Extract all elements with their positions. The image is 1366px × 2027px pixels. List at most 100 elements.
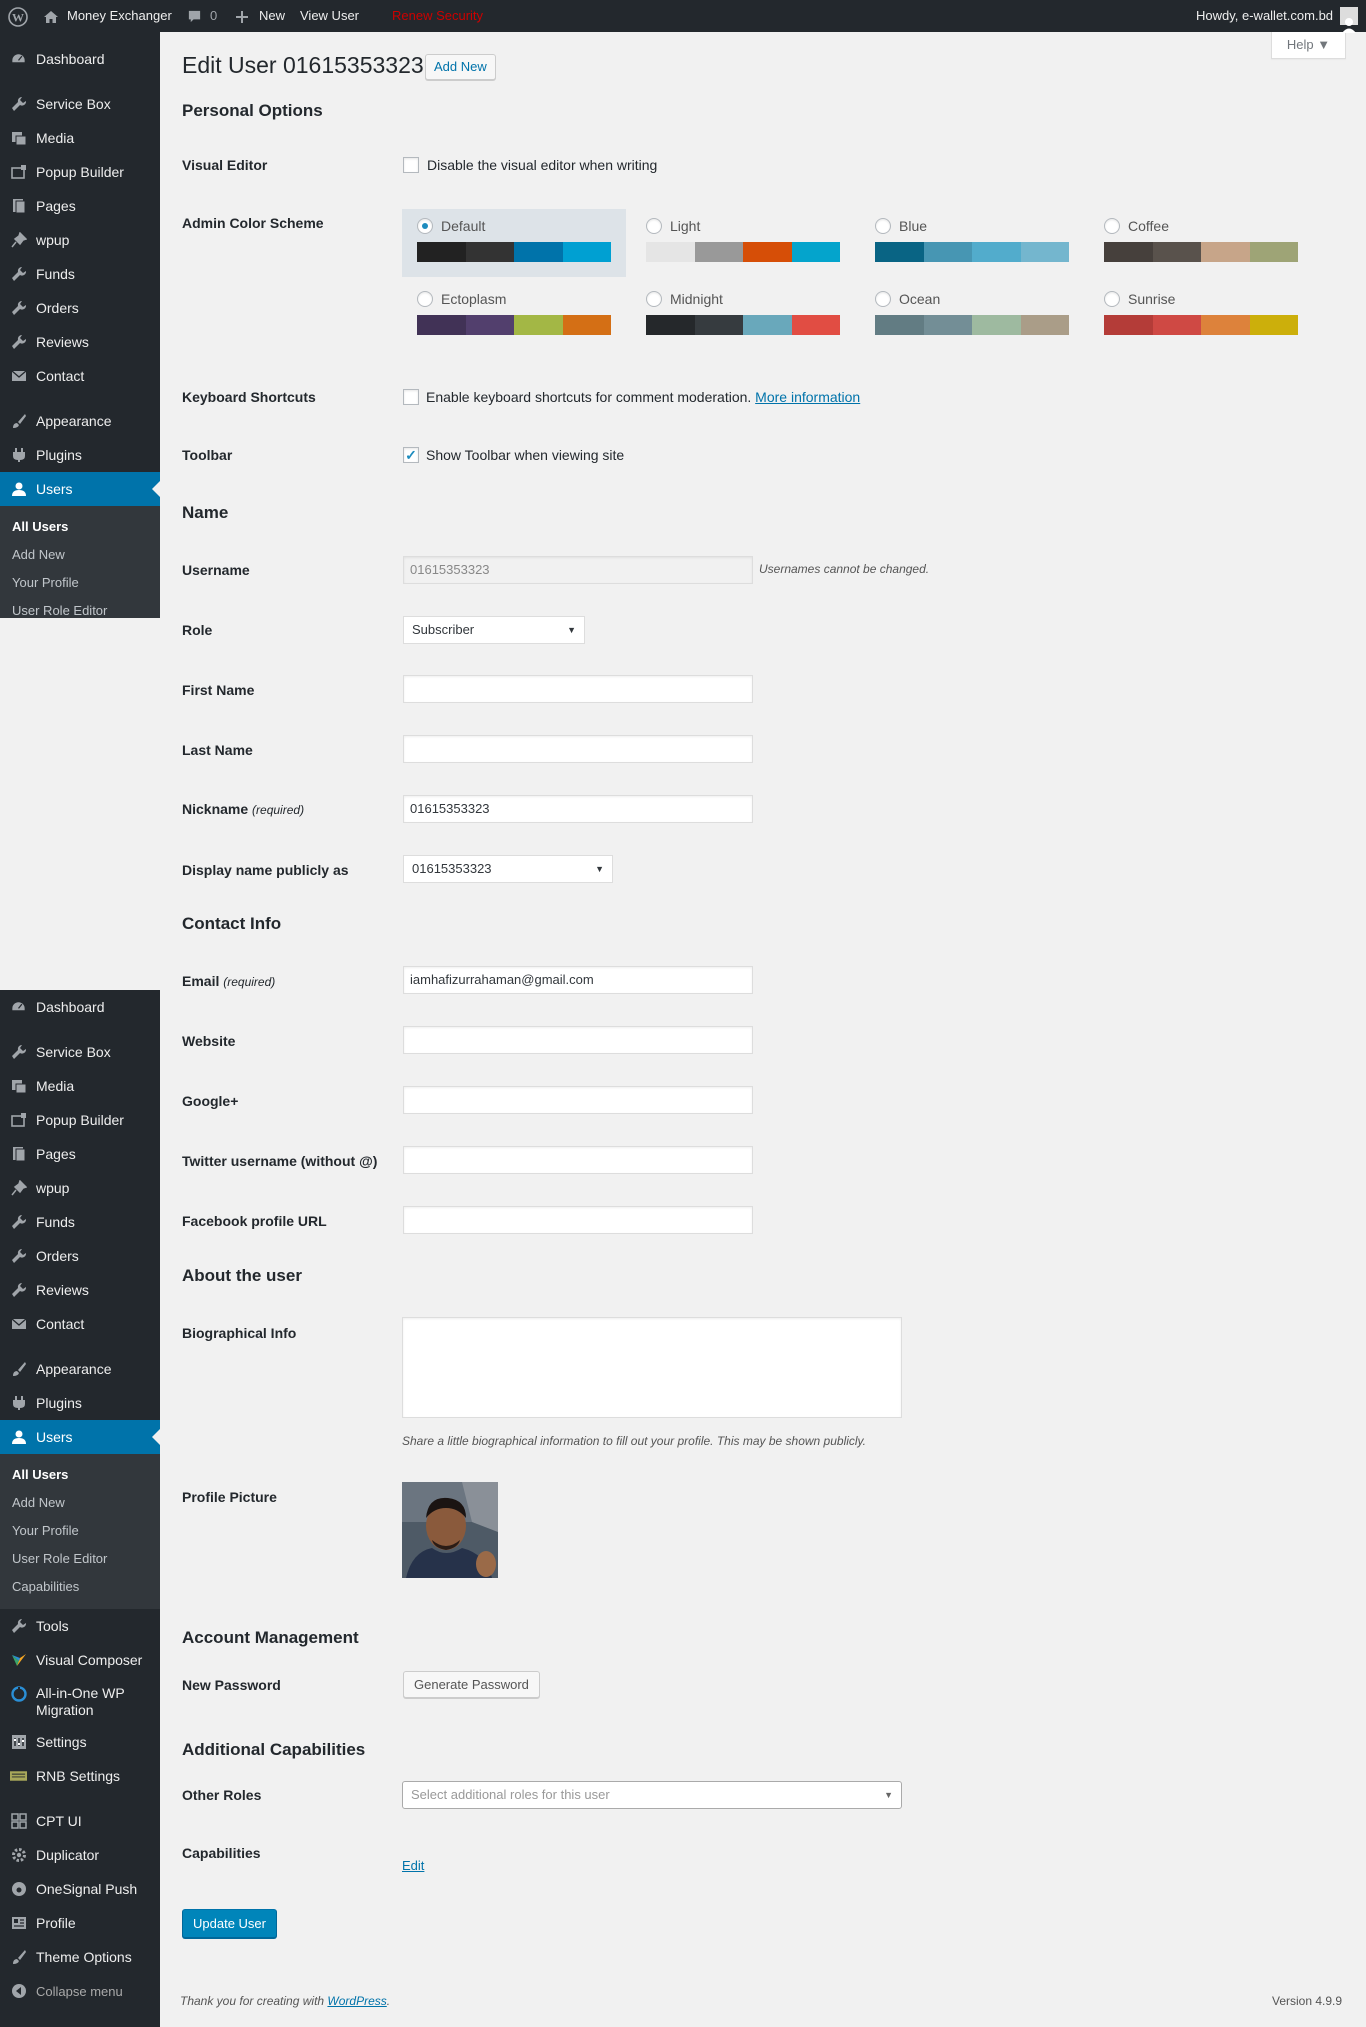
menu-users[interactable]: Users [0, 472, 160, 506]
role-select[interactable]: Subscriber ▼ [403, 616, 585, 644]
capabilities-edit-link[interactable]: Edit [402, 1858, 424, 1873]
color-swatch [1249, 315, 1298, 335]
menu-contact[interactable]: Contact [0, 1307, 160, 1341]
twitter-input[interactable] [403, 1146, 753, 1174]
first-name-input[interactable] [403, 675, 753, 703]
color-scheme-default[interactable]: Default [402, 209, 626, 277]
color-swatches [875, 242, 1069, 262]
update-user-button[interactable]: Update User [182, 1909, 277, 1938]
new-content-link[interactable]: New [259, 0, 285, 32]
menu-funds[interactable]: Funds [0, 1205, 160, 1239]
menu-pages[interactable]: Pages [0, 1137, 160, 1171]
visual-editor-checkbox[interactable] [403, 157, 419, 173]
menu-pages[interactable]: Pages [0, 189, 160, 223]
submenu-add-new[interactable]: Add New [0, 541, 160, 569]
menu-media[interactable]: Media [0, 1069, 160, 1103]
other-roles-select[interactable]: Select additional roles for this user ▼ [402, 1781, 902, 1809]
menu-duplicator[interactable]: Duplicator [0, 1838, 160, 1872]
submenu-your-profile[interactable]: Your Profile [0, 1517, 160, 1545]
color-scheme-ectoplasm[interactable]: Ectoplasm [402, 282, 626, 350]
menu-all-in-one-migration[interactable]: All-in-One WP Migration [0, 1677, 160, 1725]
submenu-user-role-editor[interactable]: User Role Editor [0, 1545, 160, 1573]
menu-popup-builder[interactable]: Popup Builder [0, 155, 160, 189]
menu-rnb-settings[interactable]: RNB Settings [0, 1759, 160, 1793]
keyboard-shortcuts-checkbox[interactable] [403, 389, 419, 405]
color-scheme-radio[interactable] [646, 218, 662, 234]
menu-users[interactable]: Users [0, 1420, 160, 1454]
renew-security-link[interactable]: Renew Security [392, 0, 483, 32]
color-scheme-radio[interactable] [1104, 291, 1120, 307]
comment-icon[interactable] [187, 0, 202, 32]
menu-media[interactable]: Media [0, 121, 160, 155]
color-swatch [417, 315, 466, 335]
email-input[interactable]: iamhafizurrahaman@gmail.com [403, 966, 753, 994]
color-scheme-radio[interactable] [1104, 218, 1120, 234]
collapse-menu-button[interactable]: Collapse menu [0, 1974, 160, 2008]
submenu-all-users[interactable]: All Users [0, 1461, 160, 1489]
view-user-link[interactable]: View User [300, 0, 359, 32]
menu-reviews[interactable]: Reviews [0, 1273, 160, 1307]
menu-appearance[interactable]: Appearance [0, 404, 160, 438]
submenu-your-profile[interactable]: Your Profile [0, 569, 160, 597]
website-input[interactable] [403, 1026, 753, 1054]
wordpress-link[interactable]: WordPress [327, 1994, 386, 2008]
google-plus-input[interactable] [403, 1086, 753, 1114]
nickname-input[interactable]: 01615353323 [403, 795, 753, 823]
menu-service-box[interactable]: Service Box [0, 1035, 160, 1069]
username-label: Username [182, 562, 250, 578]
menu-wpup[interactable]: wpup [0, 223, 160, 257]
menu-reviews[interactable]: Reviews [0, 325, 160, 359]
color-scheme-midnight[interactable]: Midnight [631, 282, 855, 350]
menu-dashboard[interactable]: Dashboard [0, 990, 160, 1024]
menu-onesignal-push[interactable]: OneSignal Push [0, 1872, 160, 1906]
menu-service-box[interactable]: Service Box [0, 87, 160, 121]
color-scheme-blue[interactable]: Blue [860, 209, 1084, 277]
menu-settings[interactable]: Settings [0, 1725, 160, 1759]
brush-icon [10, 413, 27, 430]
color-scheme-coffee[interactable]: Coffee [1089, 209, 1313, 277]
menu-theme-options[interactable]: Theme Options [0, 1940, 160, 1974]
color-scheme-sunrise[interactable]: Sunrise [1089, 282, 1313, 350]
menu-profile[interactable]: Profile [0, 1906, 160, 1940]
submenu-capabilities[interactable]: Capabilities [0, 1573, 160, 1601]
color-scheme-light[interactable]: Light [631, 209, 855, 277]
howdy-user[interactable]: Howdy, e-wallet.com.bd [1196, 0, 1333, 32]
comments-count[interactable]: 0 [210, 0, 217, 32]
menu-cpt-ui[interactable]: CPT UI [0, 1804, 160, 1838]
facebook-input[interactable] [403, 1206, 753, 1234]
menu-plugins[interactable]: Plugins [0, 1386, 160, 1420]
color-scheme-radio[interactable] [646, 291, 662, 307]
bio-textarea[interactable] [402, 1317, 902, 1418]
color-swatch [1104, 242, 1153, 262]
menu-tools[interactable]: Tools [0, 1609, 160, 1643]
menu-orders[interactable]: Orders [0, 1239, 160, 1273]
menu-wpup[interactable]: wpup [0, 1171, 160, 1205]
menu-plugins[interactable]: Plugins [0, 438, 160, 472]
menu-visual-composer[interactable]: Visual Composer [0, 1643, 160, 1677]
site-name-link[interactable]: Money Exchanger [67, 0, 172, 32]
menu-popup-builder[interactable]: Popup Builder [0, 1103, 160, 1137]
avatar[interactable] [1340, 7, 1358, 33]
add-new-button[interactable]: Add New [425, 54, 496, 80]
menu-contact[interactable]: Contact [0, 359, 160, 393]
menu-orders[interactable]: Orders [0, 291, 160, 325]
generate-password-button[interactable]: Generate Password [403, 1671, 540, 1698]
more-information-link[interactable]: More information [755, 389, 860, 405]
wordpress-logo-icon[interactable]: W [8, 0, 28, 32]
submenu-add-new[interactable]: Add New [0, 1489, 160, 1517]
collapse-arrow-icon [10, 1983, 27, 2000]
color-scheme-radio[interactable] [875, 218, 891, 234]
color-scheme-radio[interactable] [417, 291, 433, 307]
menu-funds[interactable]: Funds [0, 257, 160, 291]
submenu-all-users[interactable]: All Users [0, 513, 160, 541]
color-scheme-radio[interactable] [417, 218, 433, 234]
menu-dashboard[interactable]: Dashboard [0, 42, 160, 76]
display-name-select[interactable]: 01615353323 ▼ [403, 855, 613, 883]
toolbar-checkbox[interactable] [403, 447, 419, 463]
menu-appearance[interactable]: Appearance [0, 1352, 160, 1386]
submenu-user-role-editor[interactable]: User Role Editor [0, 597, 160, 618]
color-scheme-radio[interactable] [875, 291, 891, 307]
plus-icon[interactable] [235, 0, 249, 32]
last-name-input[interactable] [403, 735, 753, 763]
color-scheme-ocean[interactable]: Ocean [860, 282, 1084, 350]
